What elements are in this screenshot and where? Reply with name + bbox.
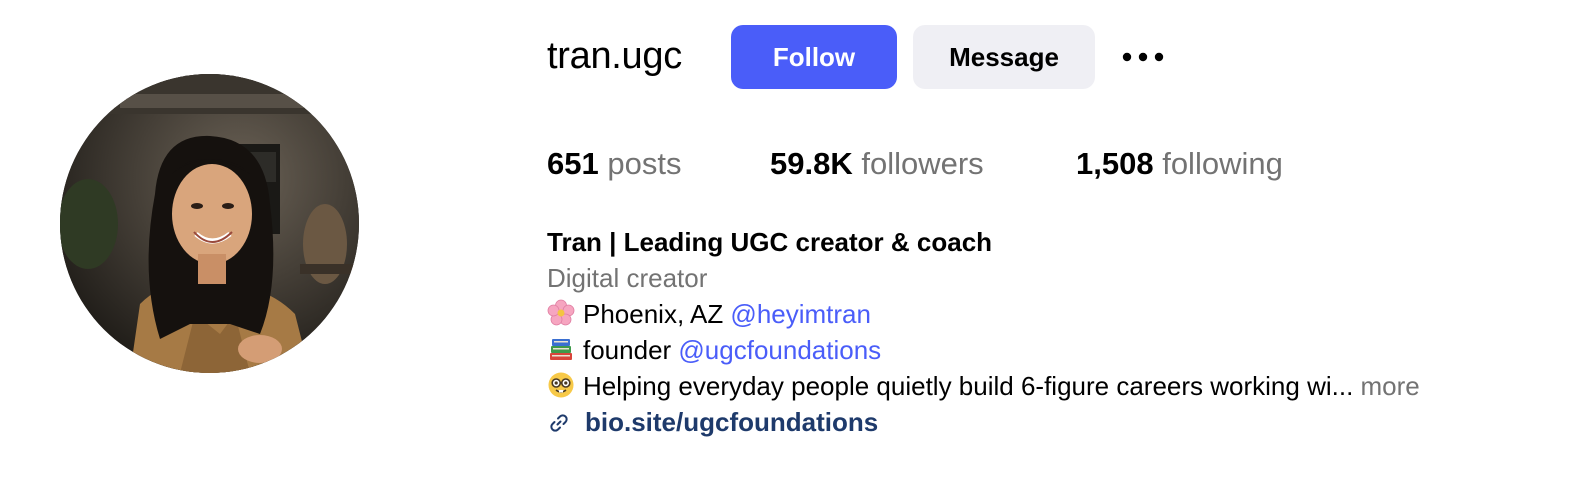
location-text: Phoenix, AZ xyxy=(583,299,731,329)
mention-ugcfoundations[interactable]: @ugcfoundations xyxy=(678,335,881,365)
books-icon xyxy=(550,339,572,360)
founder-text: founder xyxy=(583,335,679,365)
more-link[interactable]: more xyxy=(1353,371,1420,401)
following-count: 1,508 xyxy=(1076,146,1154,181)
followers-stat[interactable]: 59.8K followers xyxy=(770,142,984,186)
profile-bio: Tran | Leading UGC creator & coach Digit… xyxy=(547,224,1420,440)
username: tran.ugc xyxy=(547,35,682,77)
posts-stat[interactable]: 651 posts xyxy=(547,142,681,186)
link-icon xyxy=(550,414,568,432)
external-link[interactable]: bio.site/ugcfoundations xyxy=(585,407,878,437)
full-name: Tran | Leading UGC creator & coach xyxy=(547,227,993,257)
bio-line-link: bio.site/ugcfoundations xyxy=(547,404,1420,440)
posts-count: 651 xyxy=(547,146,599,181)
category-label: Digital creator xyxy=(547,263,708,293)
more-horizontal-icon xyxy=(1122,52,1164,62)
avatar[interactable] xyxy=(60,74,359,373)
followers-label: followers xyxy=(861,146,984,181)
bio-line-founder: founder @ugcfoundations xyxy=(547,332,1420,368)
avatar-image xyxy=(60,74,359,373)
nerd-face-icon xyxy=(548,372,574,398)
mention-heyimtran[interactable]: @heyimtran xyxy=(730,299,871,329)
follow-button[interactable]: Follow xyxy=(731,25,897,89)
bio-line-location: Phoenix, AZ @heyimtran xyxy=(547,296,1420,332)
message-button[interactable]: Message xyxy=(913,25,1095,89)
description-text: Helping everyday people quietly build 6-… xyxy=(583,371,1354,401)
followers-count: 59.8K xyxy=(770,146,853,181)
more-options-button[interactable] xyxy=(1118,38,1168,76)
profile-header: tran.ugc Follow Message 651 posts 59.8K … xyxy=(0,0,1579,484)
following-stat[interactable]: 1,508 following xyxy=(1076,142,1283,186)
posts-label: posts xyxy=(607,146,682,181)
following-label: following xyxy=(1162,146,1283,181)
cherry-blossom-icon xyxy=(547,299,575,326)
bio-line-description: Helping everyday people quietly build 6-… xyxy=(547,368,1420,404)
